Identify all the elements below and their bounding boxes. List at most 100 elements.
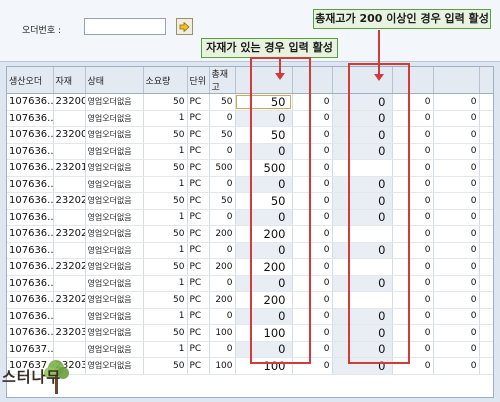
cell-status: 영업오더없음 xyxy=(85,209,144,226)
header-scroll-spacer xyxy=(479,67,493,94)
header-unit[interactable]: 단위 xyxy=(187,67,210,94)
cell-required-qty: 1 xyxy=(143,209,188,226)
cell-unit: PC xyxy=(187,143,210,160)
cell-material xyxy=(53,242,86,259)
cell-unit: PC xyxy=(187,176,210,193)
cell-status: 영업오더없음 xyxy=(85,357,144,375)
cell-total-stock: 0 xyxy=(209,308,236,325)
arrow-down-icon xyxy=(275,58,285,80)
cell-unit: PC xyxy=(187,242,210,259)
cell-col-11: 0 xyxy=(433,192,480,210)
cell-col-11: 0 xyxy=(433,291,480,309)
cell-total-stock: 200 xyxy=(209,258,236,276)
header-total-stock[interactable]: 총재고 xyxy=(209,67,236,94)
header-production-order[interactable]: 생산오더 xyxy=(7,67,54,94)
cell-total-stock: 500 xyxy=(209,159,236,177)
cell-production-order: 107636... xyxy=(7,159,54,177)
cell-required-qty: 50 xyxy=(143,126,188,144)
cell-material xyxy=(53,341,86,358)
cell-unit: PC xyxy=(187,159,210,177)
cell-required-qty: 50 xyxy=(143,258,188,276)
cell-required-qty: 50 xyxy=(143,291,188,309)
cell-total-stock: 50 xyxy=(209,192,236,210)
search-go-button[interactable] xyxy=(176,18,193,35)
cell-required-qty: 1 xyxy=(143,275,188,292)
cell-col-11: 0 xyxy=(433,308,480,325)
row-scroll-spacer xyxy=(479,341,493,358)
cell-unit: PC xyxy=(187,110,210,127)
cell-total-stock: 100 xyxy=(209,324,236,342)
cell-col-11: 0 xyxy=(433,225,480,243)
cell-production-order: 107636... xyxy=(7,324,54,342)
cell-required-qty: 1 xyxy=(143,143,188,160)
cell-col-11: 0 xyxy=(433,242,480,259)
cell-unit: PC xyxy=(187,357,210,375)
cell-status: 영업오더없음 xyxy=(85,225,144,243)
header-required-qty[interactable]: 소요량 xyxy=(143,67,188,94)
cell-status: 영업오더없음 xyxy=(85,341,144,358)
row-scroll-spacer xyxy=(479,308,493,325)
cell-col-11: 0 xyxy=(433,209,480,226)
cell-material: 23202... xyxy=(53,291,86,309)
order-number-input[interactable] xyxy=(84,18,166,35)
cell-production-order: 107637... xyxy=(7,341,54,358)
header-col-11[interactable] xyxy=(433,67,480,94)
cell-total-stock: 0 xyxy=(209,341,236,358)
cell-status: 영업오더없음 xyxy=(85,93,144,111)
cell-production-order: 107636... xyxy=(7,209,54,226)
cell-status: 영업오더없음 xyxy=(85,275,144,292)
row-scroll-spacer xyxy=(479,357,493,375)
cell-total-stock: 0 xyxy=(209,143,236,160)
cell-required-qty: 50 xyxy=(143,192,188,210)
row-scroll-spacer xyxy=(479,258,493,276)
order-number-label: 오더번호 : xyxy=(22,26,62,36)
cell-required-qty: 50 xyxy=(143,159,188,177)
cell-unit: PC xyxy=(187,275,210,292)
row-scroll-spacer xyxy=(479,242,493,259)
cell-col-11: 0 xyxy=(433,126,480,144)
row-scroll-spacer xyxy=(479,324,493,342)
cell-total-stock: 50 xyxy=(209,126,236,144)
cell-total-stock: 0 xyxy=(209,110,236,127)
cell-material: 23202... xyxy=(53,225,86,243)
cell-status: 영업오더없음 xyxy=(85,176,144,193)
cell-material: 23202... xyxy=(53,192,86,210)
cell-required-qty: 50 xyxy=(143,225,188,243)
cell-col-11: 0 xyxy=(433,275,480,292)
cell-material: 23202... xyxy=(53,258,86,276)
cell-status: 영업오더없음 xyxy=(85,110,144,127)
cell-status: 영업오더없음 xyxy=(85,308,144,325)
cell-status: 영업오더없음 xyxy=(85,143,144,160)
cell-unit: PC xyxy=(187,126,210,144)
cell-material xyxy=(53,308,86,325)
cell-total-stock: 100 xyxy=(209,357,236,375)
row-scroll-spacer xyxy=(479,275,493,292)
cell-col-11: 0 xyxy=(433,341,480,358)
cell-required-qty: 1 xyxy=(143,308,188,325)
row-scroll-spacer xyxy=(479,192,493,210)
row-scroll-spacer xyxy=(479,176,493,193)
cell-total-stock: 50 xyxy=(209,93,236,111)
cell-col-11: 0 xyxy=(433,143,480,160)
cell-col-11: 0 xyxy=(433,258,480,276)
header-material[interactable]: 자재 xyxy=(53,67,86,94)
cell-material xyxy=(53,143,86,160)
cell-production-order: 107636... xyxy=(7,242,54,259)
cell-required-qty: 50 xyxy=(143,93,188,111)
row-scroll-spacer xyxy=(479,126,493,144)
cell-material: 23200... xyxy=(53,126,86,144)
cell-material xyxy=(53,209,86,226)
cell-material xyxy=(53,176,86,193)
row-scroll-spacer xyxy=(479,225,493,243)
cell-col-11: 0 xyxy=(433,93,480,111)
highlight-box-input-2 xyxy=(348,63,410,364)
row-scroll-spacer xyxy=(479,209,493,226)
header-status[interactable]: 상태 xyxy=(85,67,144,94)
row-scroll-spacer xyxy=(479,159,493,177)
cell-col-11: 0 xyxy=(433,159,480,177)
cell-unit: PC xyxy=(187,341,210,358)
row-scroll-spacer xyxy=(479,143,493,160)
cell-col-11: 0 xyxy=(433,110,480,127)
cell-status: 영업오더없음 xyxy=(85,159,144,177)
callout-material-rule: 자재가 있는 경우 입력 활성 xyxy=(201,38,338,58)
